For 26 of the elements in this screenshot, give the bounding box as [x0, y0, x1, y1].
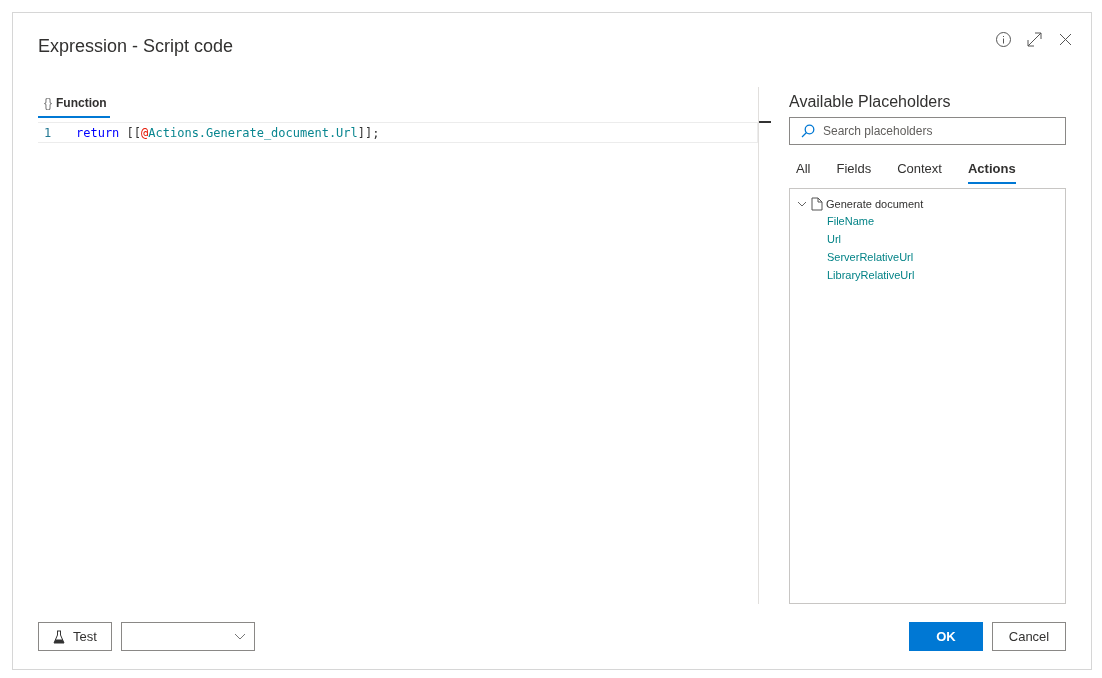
filter-tab[interactable]: Fields	[836, 157, 872, 184]
dropdown[interactable]	[121, 622, 255, 651]
flask-icon	[53, 629, 66, 644]
search-field[interactable]: Search placeholders	[789, 117, 1066, 145]
line-number: 1	[43, 125, 53, 140]
search-icon	[801, 124, 815, 138]
dialog-title: Expression - Script code	[38, 36, 234, 57]
panel-title: Available Placeholders	[789, 93, 952, 111]
tree-item[interactable]: LibraryRelativeUrl	[796, 265, 1059, 283]
ok-button[interactable]: OK	[909, 622, 983, 651]
expand-icon[interactable]	[1026, 31, 1043, 48]
tree-group-label[interactable]: Generate document	[826, 198, 924, 210]
tree-item[interactable]: FileName	[796, 211, 1059, 229]
function-tab[interactable]: {} Function	[38, 87, 110, 118]
code-line: return [[@Actions.Generate_document.Url]];	[76, 125, 380, 140]
document-icon	[811, 197, 823, 211]
chevron-icon	[234, 632, 246, 641]
test-button[interactable]: Test	[38, 622, 112, 651]
filter-tab[interactable]: Context	[897, 157, 942, 184]
tree-item[interactable]: ServerRelativeUrl	[796, 247, 1059, 265]
tree-item[interactable]: Url	[796, 229, 1059, 247]
info-icon[interactable]	[995, 31, 1012, 48]
filter-tab[interactable]: Actions	[967, 157, 1016, 184]
cancel-button[interactable]: Cancel	[992, 622, 1066, 651]
close-icon[interactable]	[1057, 31, 1074, 48]
filter-tab[interactable]: All	[796, 157, 811, 184]
